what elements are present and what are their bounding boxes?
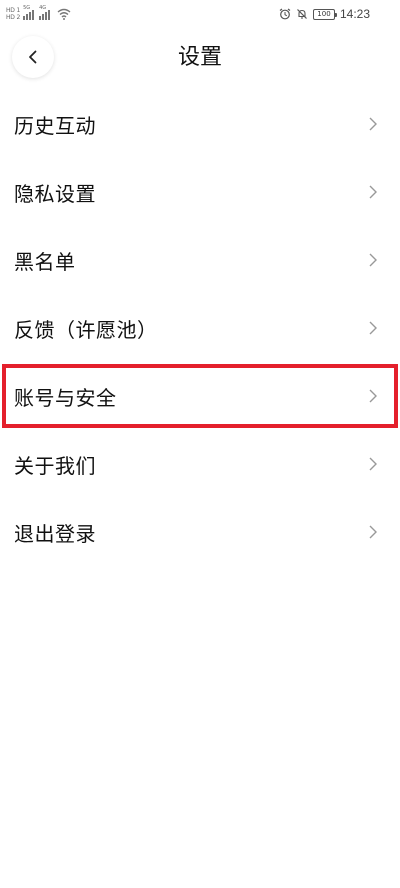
chevron-right-icon xyxy=(369,185,377,199)
header: 设置 xyxy=(0,30,400,86)
wifi-icon xyxy=(57,8,71,20)
chevron-right-icon xyxy=(369,389,377,403)
network-type-1: 5G xyxy=(23,5,31,11)
chevron-right-icon xyxy=(369,525,377,539)
menu-item-label: 历史互动 xyxy=(14,113,96,138)
settings-screen: HD 1 HD 2 5G 4G 100 14:23 设置 历史互动 隐私设置 黑… xyxy=(0,0,400,888)
network-type-2: 4G xyxy=(39,5,47,11)
alarm-icon xyxy=(279,8,291,20)
chevron-right-icon xyxy=(369,321,377,335)
menu-item-label: 退出登录 xyxy=(14,521,96,546)
clock-time: 14:23 xyxy=(339,7,370,21)
menu-item-label: 账号与安全 xyxy=(14,385,117,410)
menu-item-label: 隐私设置 xyxy=(14,181,96,206)
hd2-label: HD 2 xyxy=(6,14,21,21)
signal-icon: 5G xyxy=(23,5,35,20)
back-button[interactable] xyxy=(12,36,54,78)
chevron-right-icon xyxy=(369,117,377,131)
settings-menu: 历史互动 隐私设置 黑名单 反馈（许愿池） 账号与安全 关于我们 退出登录 xyxy=(0,90,400,566)
menu-item-privacy-settings[interactable]: 隐私设置 xyxy=(0,158,400,226)
menu-item-history-interactions[interactable]: 历史互动 xyxy=(0,90,400,158)
hd-indicators: HD 1 HD 2 xyxy=(6,7,20,21)
page-title: 设置 xyxy=(177,45,222,70)
menu-item-logout[interactable]: 退出登录 xyxy=(0,498,400,566)
chevron-right-icon xyxy=(369,253,377,267)
menu-item-about-us[interactable]: 关于我们 xyxy=(0,430,400,498)
menu-item-feedback[interactable]: 反馈（许愿池） xyxy=(0,294,400,362)
status-bar: HD 1 HD 2 5G 4G 100 14:23 xyxy=(0,0,400,28)
mute-bell-icon xyxy=(297,9,307,19)
signal-icon-2: 4G xyxy=(39,5,51,20)
menu-item-label: 反馈（许愿池） xyxy=(14,317,158,342)
chevron-left-icon xyxy=(29,50,37,64)
menu-item-label: 关于我们 xyxy=(14,453,96,478)
status-right: 100 14:23 xyxy=(279,4,370,24)
hd1-label: HD 1 xyxy=(6,7,21,14)
menu-item-label: 黑名单 xyxy=(14,249,76,274)
chevron-right-icon xyxy=(369,457,377,471)
battery-icon: 100 xyxy=(312,8,337,20)
menu-item-blacklist[interactable]: 黑名单 xyxy=(0,226,400,294)
status-left: HD 1 HD 2 5G 4G xyxy=(6,4,71,24)
menu-item-account-security[interactable]: 账号与安全 xyxy=(0,362,400,430)
